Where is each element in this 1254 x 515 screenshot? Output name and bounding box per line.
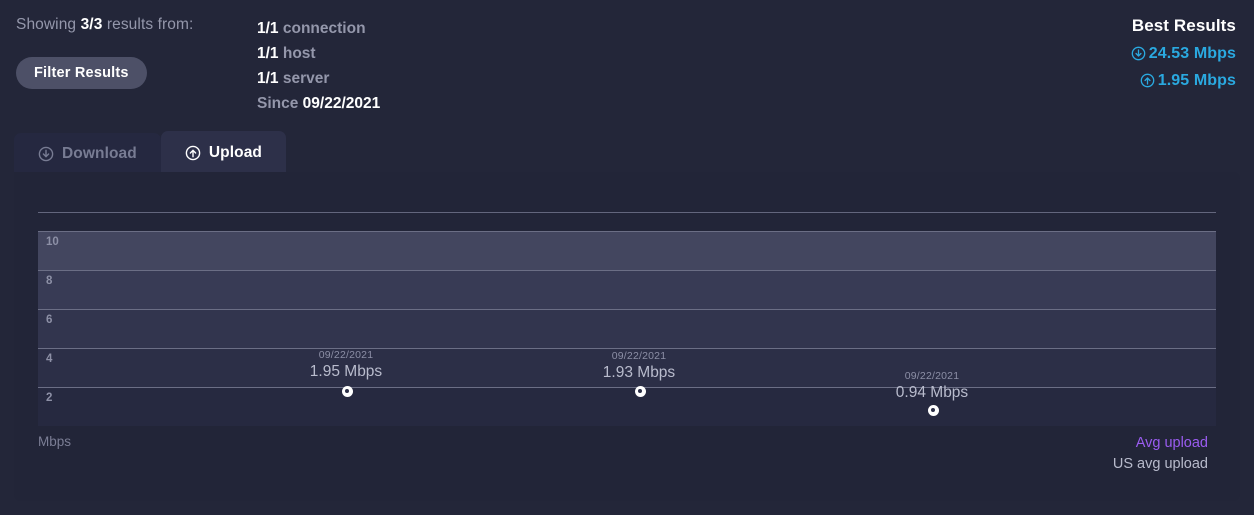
stat-row-since: Since 09/22/2021 — [257, 91, 380, 116]
upload-chart-panel: 10 8 6 4 2 09/22/2021 1.95 Mbps 09/22/20… — [14, 172, 1240, 501]
tab-upload-label: Upload — [209, 144, 262, 162]
stat-connection-count: 1/1 — [257, 20, 279, 37]
showing-suffix: results from: — [102, 16, 193, 33]
since-date: 09/22/2021 — [303, 95, 381, 112]
best-results-panel: Best Results 24.53 Mbps 1.95 Mbps — [1131, 16, 1236, 90]
datapoint-marker-3[interactable] — [928, 405, 939, 416]
tab-download[interactable]: Download — [14, 133, 161, 174]
ytick-2: 2 — [46, 392, 52, 404]
stat-row-server: 1/1 server — [257, 66, 380, 91]
stat-row-host: 1/1 host — [257, 41, 380, 66]
datapoint-label-2: 09/22/2021 1.93 Mbps — [603, 350, 675, 382]
ytick-4: 4 — [46, 353, 52, 365]
datapoint-date-3: 09/22/2021 — [896, 370, 968, 382]
datapoint-label-1: 09/22/2021 1.95 Mbps — [310, 349, 382, 381]
ytick-6: 6 — [46, 314, 52, 326]
stat-host-label: host — [283, 45, 316, 62]
chart-band-row-11 — [38, 231, 1216, 270]
datapoint-marker-1[interactable] — [342, 386, 353, 397]
upload-circle-arrow-icon — [185, 145, 201, 161]
legend-item-us-avg-upload: US avg upload — [1113, 454, 1208, 475]
legend-item-avg-upload: Avg upload — [1113, 433, 1208, 454]
chart-band-row-9 — [38, 270, 1216, 309]
best-upload-row: 1.95 Mbps — [1131, 72, 1236, 90]
filter-summary-stats: 1/1 connection 1/1 host 1/1 server Since… — [257, 16, 380, 116]
tab-upload[interactable]: Upload — [161, 131, 286, 174]
download-circle-arrow-icon — [38, 146, 54, 162]
datapoint-date-2: 09/22/2021 — [603, 350, 675, 362]
stat-server-count: 1/1 — [257, 70, 279, 87]
showing-results-text: Showing 3/3 results from: — [16, 16, 193, 34]
showing-count: 3/3 — [81, 16, 103, 33]
tab-download-label: Download — [62, 145, 137, 163]
results-header: Showing 3/3 results from: Filter Results… — [0, 0, 1254, 130]
filter-results-button[interactable]: Filter Results — [16, 57, 147, 89]
best-upload-value: 1.95 Mbps — [1158, 72, 1236, 89]
download-circle-arrow-icon — [1131, 46, 1146, 61]
since-label: Since — [257, 95, 298, 112]
chart-tabs: Download Upload — [14, 131, 286, 174]
best-download-value: 24.53 Mbps — [1149, 45, 1236, 62]
chart-band-row-3 — [38, 387, 1216, 426]
chart-band-row-7 — [38, 309, 1216, 348]
ytick-8: 8 — [46, 275, 52, 287]
chart-plot-area: 10 8 6 4 2 09/22/2021 1.95 Mbps 09/22/20… — [38, 212, 1216, 397]
datapoint-label-3: 09/22/2021 0.94 Mbps — [896, 370, 968, 402]
chart-unit-label: Mbps — [38, 434, 71, 449]
datapoint-date-1: 09/22/2021 — [310, 349, 382, 361]
stat-host-count: 1/1 — [257, 45, 279, 62]
datapoint-value-2: 1.93 Mbps — [603, 364, 675, 382]
chart-top-gridline — [38, 212, 1216, 213]
best-download-row: 24.53 Mbps — [1131, 45, 1236, 63]
datapoint-value-3: 0.94 Mbps — [896, 384, 968, 402]
stat-row-connection: 1/1 connection — [257, 16, 380, 41]
ytick-10: 10 — [46, 236, 59, 248]
datapoint-marker-2[interactable] — [635, 386, 646, 397]
stat-connection-label: connection — [283, 20, 366, 37]
stat-server-label: server — [283, 70, 330, 87]
best-results-title: Best Results — [1131, 16, 1236, 36]
upload-circle-arrow-icon — [1140, 73, 1155, 88]
datapoint-value-1: 1.95 Mbps — [310, 363, 382, 381]
showing-prefix: Showing — [16, 16, 81, 33]
chart-legend: Avg upload US avg upload — [1113, 433, 1208, 475]
